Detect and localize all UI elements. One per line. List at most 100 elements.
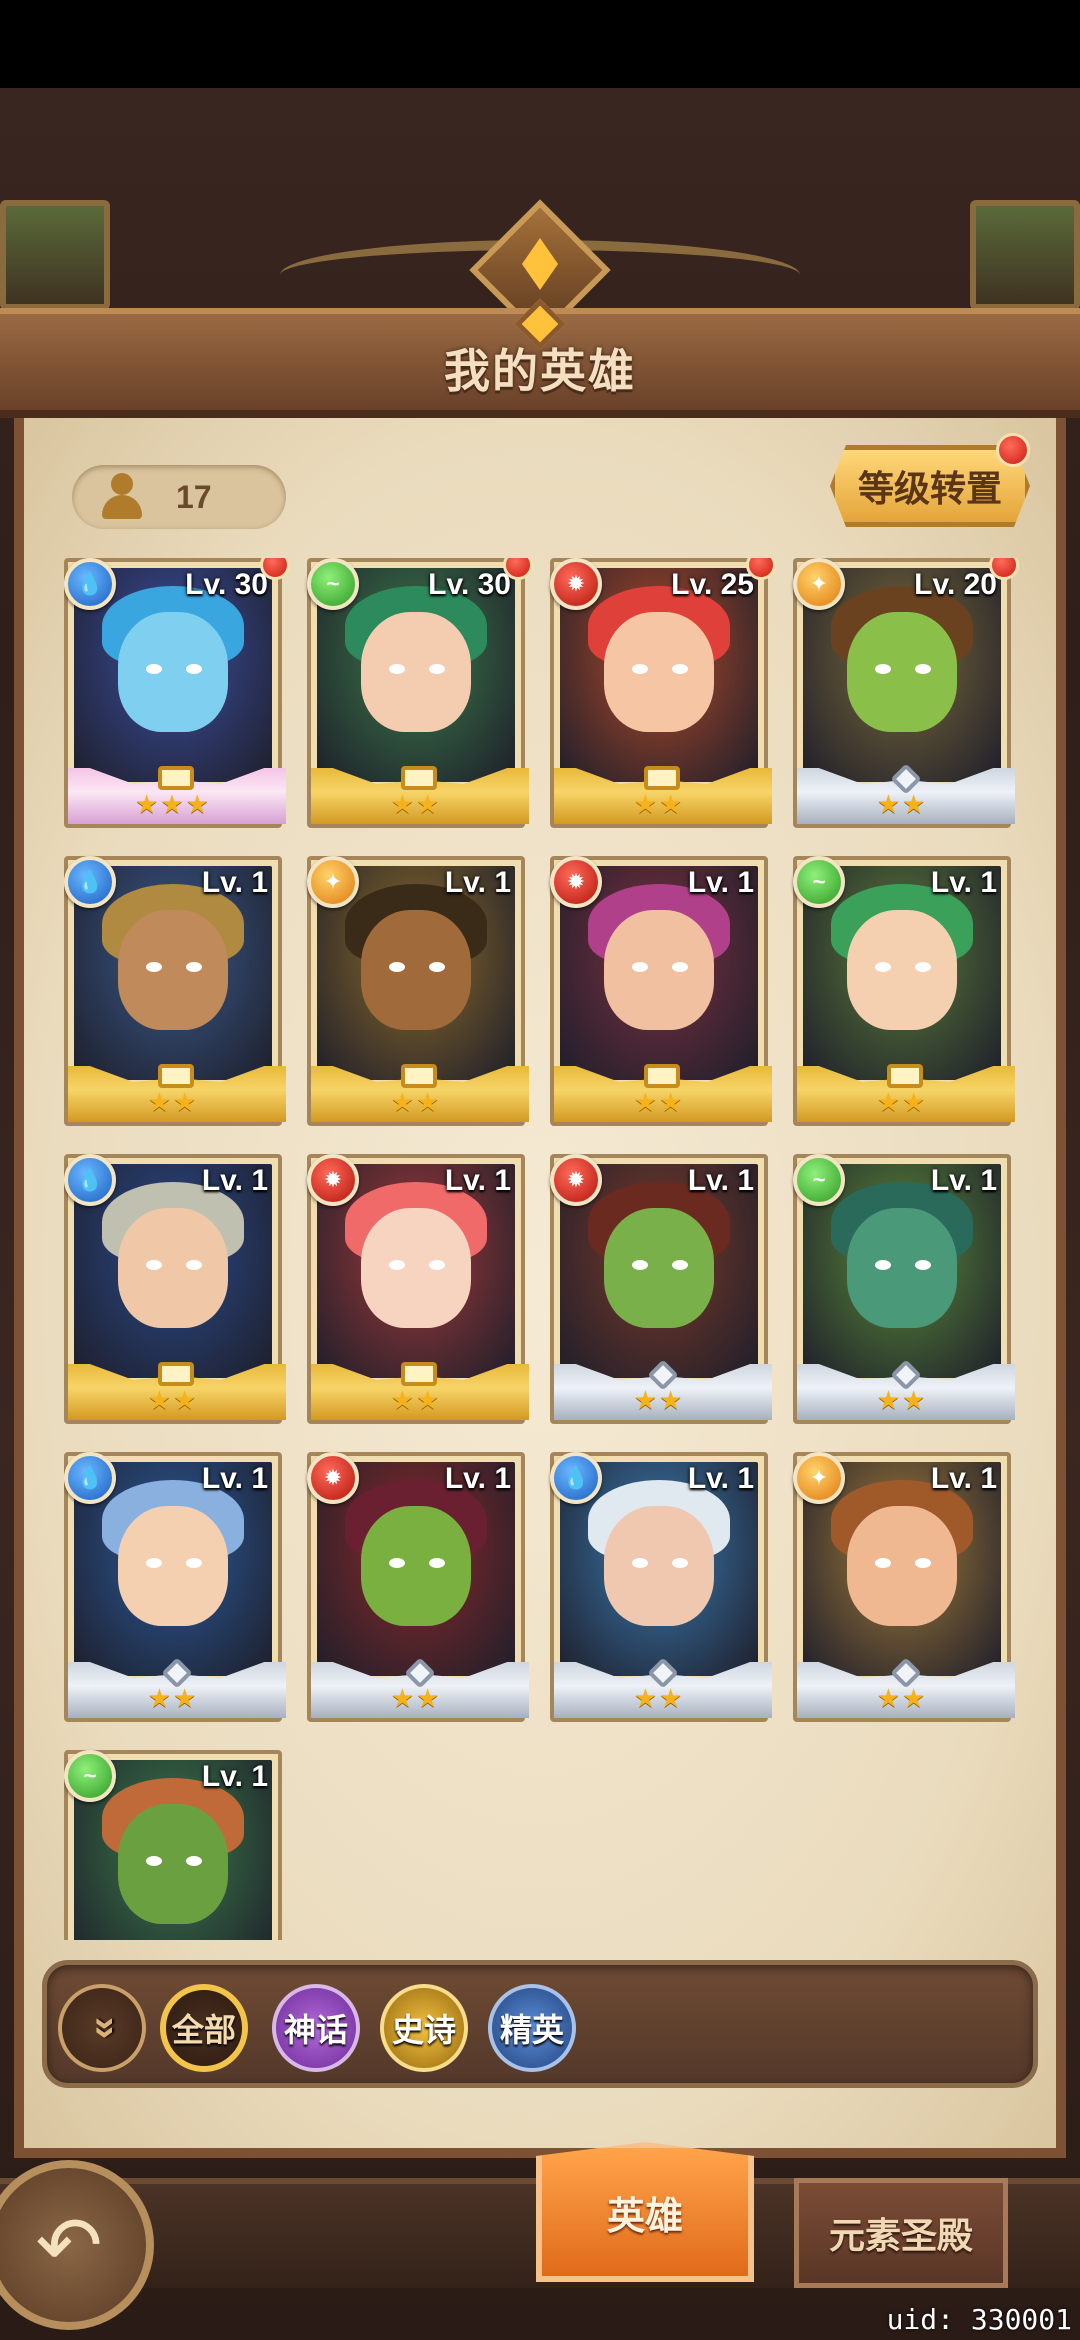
rank-emblem-icon bbox=[158, 766, 194, 790]
hero-eye bbox=[672, 1558, 688, 1568]
hero-card[interactable]: ★★ Lv. 1 ✹ bbox=[307, 1452, 529, 1722]
hero-eye bbox=[389, 1558, 405, 1568]
hero-grid: ★★★ Lv. 30 💧 ★★ Lv. 30 ~ ★★ Lv. 25 ✹ ★★ Lv. 20 ✦ ★★ L… bbox=[64, 558, 1024, 1940]
star-rating: ★★ bbox=[147, 1385, 199, 1415]
hero-face bbox=[118, 612, 228, 732]
water-element-icon: 💧 bbox=[64, 1452, 116, 1504]
hero-face bbox=[847, 1506, 957, 1626]
hero-eye bbox=[875, 1260, 891, 1270]
hero-eye bbox=[146, 1558, 162, 1568]
hero-card[interactable]: ★★Lv. 1~ bbox=[793, 856, 1015, 1126]
hero-card[interactable]: ★★Lv. 1~ bbox=[64, 1750, 282, 1940]
light-element-icon: ✦ bbox=[793, 558, 845, 610]
star-rating: ★★ bbox=[633, 1683, 685, 1713]
wind-element-icon: ~ bbox=[64, 1750, 116, 1802]
hero-eye bbox=[672, 664, 688, 674]
hero-card[interactable]: ★★ Lv. 1 ✦ bbox=[793, 1452, 1015, 1722]
hero-level: Lv. 25 bbox=[671, 568, 754, 601]
hero-eye bbox=[915, 1558, 931, 1568]
star-rating: ★★ bbox=[390, 1087, 442, 1117]
fire-element-icon: ✹ bbox=[550, 856, 602, 908]
hero-level: Lv. 1 bbox=[444, 866, 511, 899]
hero-level: Lv. 1 bbox=[687, 1462, 754, 1495]
rank-emblem-icon bbox=[644, 766, 680, 790]
wind-element-icon: ~ bbox=[793, 1154, 845, 1206]
hero-eye bbox=[389, 664, 405, 674]
hero-level: Lv. 1 bbox=[444, 1462, 511, 1495]
person-icon bbox=[100, 473, 144, 521]
water-element-icon: 💧 bbox=[64, 1154, 116, 1206]
hero-card[interactable]: ★★★ Lv. 30 💧 bbox=[64, 558, 290, 828]
status-bar bbox=[0, 0, 1080, 88]
hero-eye bbox=[672, 1260, 688, 1270]
hero-card[interactable]: ★★ Lv. 1 💧 bbox=[550, 1452, 772, 1722]
hero-level: Lv. 1 bbox=[444, 1164, 511, 1197]
hero-level: Lv. 20 bbox=[914, 568, 997, 601]
tab-element-sanctum[interactable]: 元素圣殿 bbox=[794, 2178, 1008, 2288]
rank-emblem-icon bbox=[401, 1362, 437, 1386]
hero-eye bbox=[186, 664, 202, 674]
hero-eye bbox=[672, 962, 688, 972]
filter-epic-button[interactable]: 史诗 bbox=[380, 1984, 468, 2072]
hero-card[interactable]: ★★Lv. 1~ bbox=[793, 1154, 1015, 1424]
star-rating: ★★★ bbox=[135, 789, 211, 819]
hero-eye bbox=[389, 962, 405, 972]
fire-element-icon: ✹ bbox=[307, 1452, 359, 1504]
star-rating: ★★ bbox=[390, 1385, 442, 1415]
hero-eye bbox=[875, 1558, 891, 1568]
hero-level: Lv. 1 bbox=[201, 1760, 268, 1793]
water-element-icon: 💧 bbox=[550, 1452, 602, 1504]
hero-card[interactable]: ★★ Lv. 1 ✹ bbox=[550, 856, 772, 1126]
hero-eye bbox=[632, 962, 648, 972]
fire-element-icon: ✹ bbox=[550, 1154, 602, 1206]
hero-card[interactable]: ★★ Lv. 1 💧 bbox=[64, 1154, 286, 1424]
hero-card[interactable]: ★★ Lv. 1 ✹ bbox=[550, 1154, 772, 1424]
hero-level: Lv. 30 bbox=[185, 568, 268, 601]
filter-all-button[interactable]: 全部 bbox=[160, 1984, 248, 2072]
hero-eye bbox=[389, 1260, 405, 1270]
hero-face bbox=[847, 1208, 957, 1328]
star-rating: ★★ bbox=[147, 1683, 199, 1713]
light-element-icon: ✦ bbox=[307, 856, 359, 908]
right-pillar-decoration bbox=[970, 200, 1080, 310]
hero-card[interactable]: ★★ Lv. 1 💧 bbox=[64, 856, 286, 1126]
hero-card[interactable]: ★★ Lv. 1 ✦ bbox=[307, 856, 529, 1126]
hero-face bbox=[604, 910, 714, 1030]
hero-level: Lv. 1 bbox=[930, 866, 997, 899]
rank-emblem-icon bbox=[401, 1064, 437, 1088]
hero-card[interactable]: ★★ Lv. 30 ~ bbox=[307, 558, 533, 828]
rank-emblem-icon bbox=[158, 1064, 194, 1088]
hero-card[interactable]: ★★ Lv. 1 ✹ bbox=[307, 1154, 529, 1424]
filter-elite-button[interactable]: 精英 bbox=[488, 1984, 576, 2072]
hero-face bbox=[118, 1208, 228, 1328]
hero-eye bbox=[146, 962, 162, 972]
hero-count-badge: 17 bbox=[72, 465, 286, 529]
star-rating: ★★ bbox=[633, 789, 685, 819]
hero-eye bbox=[146, 664, 162, 674]
double-chevron-up-icon[interactable]: « bbox=[58, 1984, 146, 2072]
hero-level: Lv. 30 bbox=[428, 568, 511, 601]
rank-emblem-icon bbox=[158, 1362, 194, 1386]
hero-card[interactable]: ★★ Lv. 25 ✹ bbox=[550, 558, 776, 828]
hero-face bbox=[604, 1208, 714, 1328]
notification-dot bbox=[996, 433, 1030, 467]
hero-eye bbox=[632, 664, 648, 674]
hero-eye bbox=[186, 1260, 202, 1270]
hero-face bbox=[118, 1804, 228, 1924]
hero-eye bbox=[875, 962, 891, 972]
hero-eye bbox=[186, 1856, 202, 1866]
hero-face bbox=[604, 612, 714, 732]
light-element-icon: ✦ bbox=[793, 1452, 845, 1504]
hero-face bbox=[118, 910, 228, 1030]
star-rating: ★★ bbox=[633, 1087, 685, 1117]
hero-card[interactable]: ★★ Lv. 1 💧 bbox=[64, 1452, 286, 1722]
hero-card[interactable]: ★★ Lv. 20 ✦ bbox=[793, 558, 1019, 828]
star-rating: ★★ bbox=[633, 1385, 685, 1415]
hero-level: Lv. 1 bbox=[201, 866, 268, 899]
tab-heroes[interactable]: 英雄 bbox=[536, 2142, 754, 2282]
star-rating: ★★ bbox=[876, 1683, 928, 1713]
hero-eye bbox=[632, 1260, 648, 1270]
hero-face bbox=[847, 612, 957, 732]
hero-eye bbox=[146, 1260, 162, 1270]
filter-myth-button[interactable]: 神话 bbox=[272, 1984, 360, 2072]
